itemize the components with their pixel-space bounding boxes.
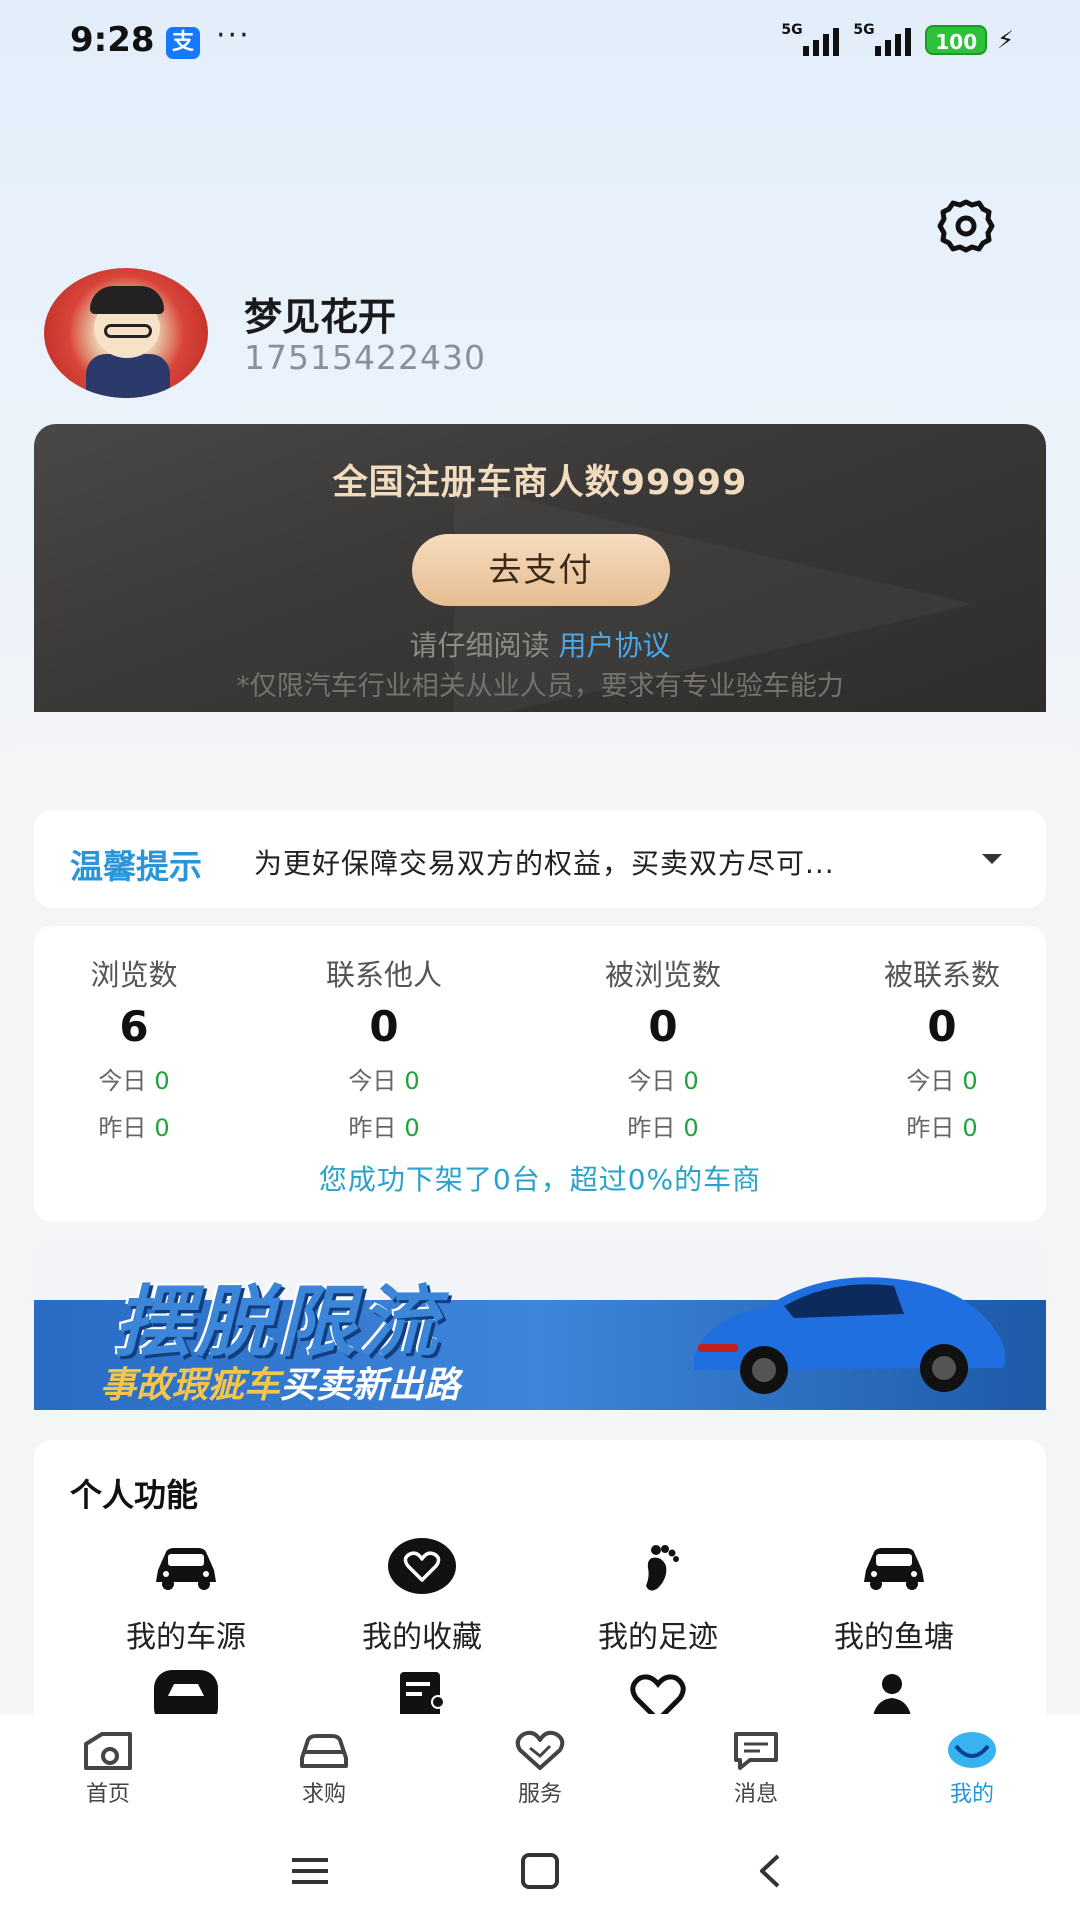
signal-icon: 5G	[781, 22, 843, 56]
tab-purchase[interactable]: 求购	[264, 1728, 384, 1808]
bottom-tab-bar: 首页 求购 服务 消息 我的	[0, 1714, 1080, 1824]
today-label: 今日	[627, 1067, 676, 1095]
my-favorites-button[interactable]: 我的收藏	[322, 1536, 522, 1656]
car-icon	[864, 1548, 924, 1590]
today-value: 0	[962, 1067, 978, 1095]
tab-label: 求购	[301, 1782, 346, 1807]
today-label: 今日	[98, 1067, 147, 1095]
status-indicators: 5G 5G 100 ⚡	[781, 22, 1014, 56]
tab-label: 首页	[85, 1782, 130, 1807]
alipay-icon: 支	[166, 27, 200, 59]
sports-car-image	[694, 1277, 1006, 1394]
footprint-icon	[646, 1545, 679, 1591]
tab-label: 我的	[949, 1782, 994, 1807]
banner-subtitle-highlight: 事故瑕疵车	[100, 1365, 281, 1406]
pay-button[interactable]: 去支付	[412, 534, 670, 606]
tab-label: 消息	[733, 1782, 778, 1807]
promo-banner[interactable]: 摆脱限流 事故瑕疵车买卖新出路	[34, 1240, 1046, 1410]
yesterday-value: 0	[683, 1114, 699, 1142]
today-value: 0	[683, 1067, 699, 1095]
stat-viewed[interactable]: 被浏览数 0 今日 0 昨日 0	[563, 952, 763, 1143]
handshake-heart-icon	[515, 1730, 565, 1770]
yesterday-label: 昨日	[906, 1114, 955, 1142]
profile-icon	[948, 1732, 996, 1768]
my-footprints-button[interactable]: 我的足迹	[558, 1536, 758, 1656]
stat-contacted-by[interactable]: 被联系数 0 今日 0 昨日 0	[842, 952, 1042, 1143]
tab-mine[interactable]: 我的	[912, 1728, 1032, 1808]
membership-promo-card: 全国注册车商人数99999 去支付 请仔细阅读 用户协议 *仅限汽车行业相关从业…	[34, 424, 1046, 712]
avatar[interactable]	[44, 268, 208, 398]
stat-value: 0	[369, 1002, 399, 1051]
back-icon[interactable]	[740, 1846, 800, 1896]
status-bar: 9:28 支 ··· 5G 5G 100 ⚡	[0, 0, 1080, 86]
yesterday-label: 昨日	[348, 1114, 397, 1142]
today-value: 0	[154, 1067, 170, 1095]
home-square-icon[interactable]	[510, 1846, 570, 1896]
notice-card[interactable]: 温馨提示 为更好保障交易双方的权益，买卖双方尽可...	[34, 810, 1046, 908]
yesterday-label: 昨日	[98, 1114, 147, 1142]
tab-label: 服务	[517, 1782, 562, 1807]
stat-views[interactable]: 浏览数 6 今日 0 昨日 0	[34, 952, 234, 1143]
more-notifications-icon: ···	[216, 18, 251, 53]
system-navigation-bar	[0, 1824, 1080, 1920]
today-label: 今日	[906, 1067, 955, 1095]
yesterday-label: 昨日	[627, 1114, 676, 1142]
username: 梦见花开	[244, 295, 397, 339]
stat-value: 0	[927, 1002, 957, 1051]
battery-indicator: 100	[925, 25, 988, 55]
delist-summary: 您成功下架了0台，超过0%的车商	[318, 1163, 762, 1196]
yesterday-value: 0	[404, 1114, 420, 1142]
my-fishpond-button[interactable]: 我的鱼塘	[794, 1536, 994, 1656]
function-label: 我的车源	[126, 1620, 246, 1655]
stats-card: 浏览数 6 今日 0 昨日 0 联系他人 0 今日 0 昨日 0 被浏览数 0 今日 0 …	[34, 926, 1046, 1222]
banner-subtitle-rest: 买卖新出路	[280, 1365, 461, 1406]
notice-text: 为更好保障交易双方的权益，买卖双方尽可...	[254, 847, 835, 880]
agreement-prefix: 请仔细阅读	[409, 629, 550, 662]
my-cars-button[interactable]: 我的车源	[86, 1536, 286, 1656]
section-title: 个人功能	[70, 1476, 199, 1514]
car-icon	[156, 1548, 216, 1590]
personal-functions-card: 个人功能 我的车源 我的收藏 我的足迹 我的鱼塘	[34, 1440, 1046, 1740]
status-time: 9:28	[70, 20, 155, 60]
tab-messages[interactable]: 消息	[696, 1728, 816, 1808]
tab-home[interactable]: 首页	[48, 1728, 168, 1808]
charging-icon: ⚡	[997, 26, 1014, 54]
banner-subtitle: 事故瑕疵车买卖新出路	[100, 1356, 460, 1408]
stat-label: 被浏览数	[604, 958, 721, 992]
phone-number: 17515422430	[244, 338, 486, 377]
agreement-line: 请仔细阅读 用户协议	[34, 624, 1046, 664]
function-label: 我的收藏	[362, 1620, 482, 1655]
stat-label: 联系他人	[325, 958, 442, 992]
stat-label: 浏览数	[90, 958, 178, 992]
chevron-down-icon[interactable]	[982, 854, 1002, 864]
stat-contacted[interactable]: 联系他人 0 今日 0 昨日 0	[284, 952, 484, 1143]
message-icon	[734, 1732, 778, 1770]
notice-label: 温馨提示	[70, 847, 202, 886]
tab-service[interactable]: 服务	[480, 1728, 600, 1808]
home-icon	[84, 1732, 132, 1770]
menu-icon[interactable]	[280, 1846, 340, 1896]
user-agreement-link[interactable]: 用户协议	[558, 629, 670, 662]
settings-gear-icon[interactable]	[936, 196, 996, 256]
today-value: 0	[404, 1067, 420, 1095]
yesterday-value: 0	[154, 1114, 170, 1142]
heart-icon	[388, 1538, 456, 1594]
stat-value: 0	[648, 1002, 678, 1051]
function-label: 我的鱼塘	[834, 1620, 954, 1655]
stat-label: 被联系数	[883, 958, 1000, 992]
promo-disclaimer: *仅限汽车行业相关从业人员，要求有专业验车能力	[236, 671, 844, 702]
promo-title: 全国注册车商人数99999	[332, 463, 748, 503]
function-label: 我的足迹	[598, 1620, 718, 1655]
today-label: 今日	[348, 1067, 397, 1095]
signal-icon: 5G	[853, 22, 915, 56]
stat-value: 6	[119, 1002, 149, 1051]
yesterday-value: 0	[962, 1114, 978, 1142]
car-outline-icon	[300, 1734, 348, 1768]
